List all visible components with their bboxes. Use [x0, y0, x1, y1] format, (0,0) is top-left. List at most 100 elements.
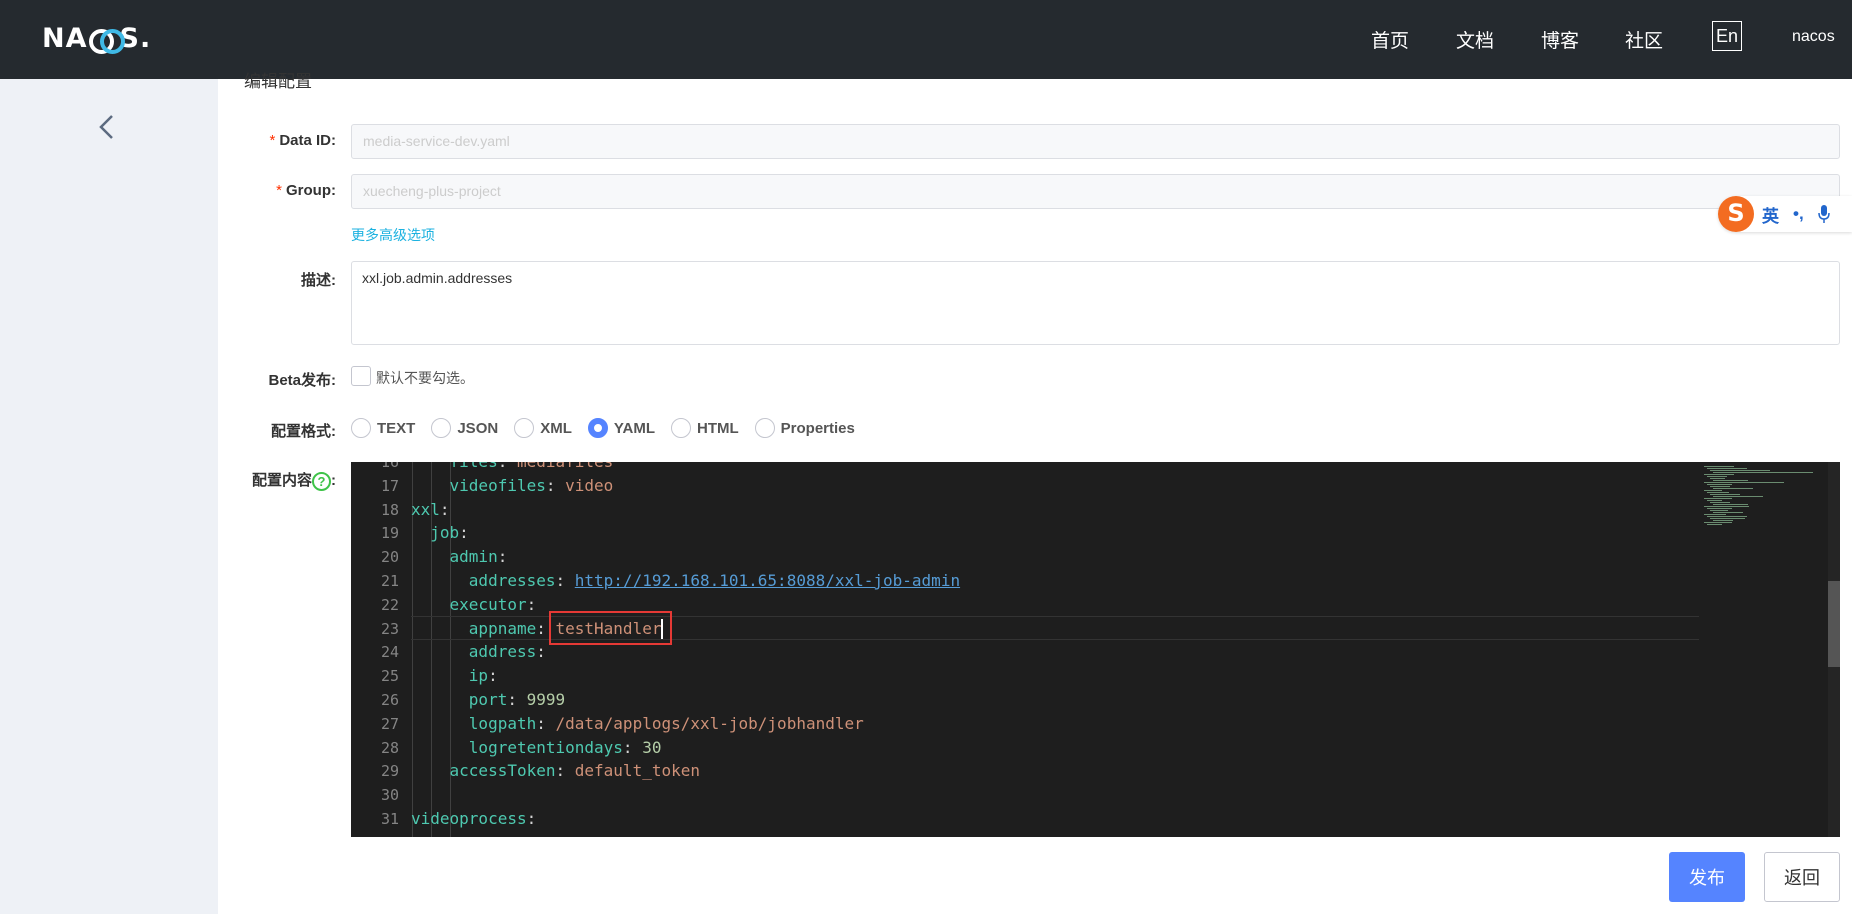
help-icon[interactable]: ?: [312, 471, 331, 491]
code-editor[interactable]: 16 files: mediafiles17 videofiles: video…: [351, 462, 1840, 837]
beta-checkbox[interactable]: [351, 366, 371, 386]
radio-circle[interactable]: [514, 418, 535, 438]
code-token: accessToken: [449, 761, 556, 781]
required-mark: *: [269, 132, 276, 149]
code-line[interactable]: 25 ip:: [351, 664, 1698, 688]
format-radio-text[interactable]: TEXT: [351, 418, 415, 438]
code-token: /data/applogs/xxl-job/jobhandler: [555, 713, 864, 733]
code-token: default_token: [574, 761, 700, 781]
nav-home[interactable]: 首页: [1371, 26, 1409, 53]
radio-circle[interactable]: [754, 418, 775, 438]
line-number: 30: [380, 786, 399, 805]
code-line[interactable]: 29 accessToken: default_token: [351, 759, 1698, 783]
code-token: addresses: [468, 571, 556, 590]
data-id-input[interactable]: media-service-dev.yaml: [351, 124, 1840, 159]
editor-scrollbar-thumb[interactable]: [1828, 581, 1840, 667]
radio-circle[interactable]: [671, 418, 691, 438]
nav-docs[interactable]: 文档: [1456, 26, 1494, 53]
code-token: logpath: [468, 713, 537, 733]
group-input[interactable]: xuecheng-plus-project: [351, 174, 1840, 209]
code-line[interactable]: 17 videofiles: video: [351, 474, 1698, 498]
code-token: files: [450, 462, 498, 471]
code-token: :: [622, 737, 643, 757]
code-line[interactable]: 21 addresses: http://192.168.101.65:8088…: [351, 569, 1698, 593]
code-token[interactable]: http://192.168.101.65:8088/xxl-job-admin: [575, 571, 960, 590]
logo-text-left: NA: [42, 22, 88, 54]
description-textarea[interactable]: xxl.job.admin.addresses: [351, 261, 1840, 345]
radio-label: JSON: [457, 419, 499, 437]
language-switch[interactable]: En: [1712, 21, 1742, 51]
radio-circle[interactable]: [431, 418, 452, 438]
code-line[interactable]: 31 videoprocess:: [351, 807, 1698, 831]
nav-blog[interactable]: 博客: [1541, 26, 1579, 53]
radio-circle[interactable]: [587, 418, 608, 438]
format-label: 配置格式:: [271, 423, 336, 440]
minimap-line: [1713, 496, 1763, 497]
code-line[interactable]: 16 files: mediafiles: [351, 462, 1698, 474]
format-radio-json[interactable]: JSON: [431, 418, 498, 438]
ime-mode-toggle[interactable]: 英: [1762, 202, 1779, 227]
line-number: 26: [380, 691, 399, 709]
code-token: :: [526, 594, 537, 614]
nacos-logo[interactable]: NA S.: [42, 20, 151, 56]
minimap-line: [1704, 506, 1749, 507]
radio-label: HTML: [697, 419, 739, 437]
code-token: :: [459, 523, 469, 543]
code-token: job: [430, 523, 460, 543]
line-number: 29: [380, 762, 399, 781]
sogou-logo-icon[interactable]: S: [1718, 196, 1754, 232]
minimap-line: [1704, 474, 1734, 475]
code-text: files: mediafiles: [411, 462, 614, 474]
code-token: 9999: [526, 690, 566, 709]
code-line[interactable]: 27 logpath: /data/applogs/xxl-job/jobhan…: [351, 712, 1698, 736]
radio-circle[interactable]: [351, 418, 371, 438]
user-name[interactable]: nacos: [1792, 28, 1835, 46]
minimap-line: [1713, 512, 1743, 513]
nav-community[interactable]: 社区: [1625, 26, 1663, 53]
advanced-options-link[interactable]: 更多高级选项: [351, 225, 435, 245]
format-radio-xml[interactable]: XML: [514, 418, 572, 438]
ime-punctuation-toggle[interactable]: •,: [1793, 204, 1804, 224]
code-line[interactable]: 20 admin:: [351, 545, 1698, 569]
code-line[interactable]: 30: [351, 783, 1698, 807]
minimap-line: [1707, 524, 1722, 525]
format-radio-html[interactable]: HTML: [671, 418, 739, 438]
minimap-line: [1713, 520, 1733, 521]
minimap-line: [1713, 504, 1748, 505]
back-button[interactable]: 返回: [1764, 852, 1840, 902]
minimap-line: [1707, 468, 1747, 469]
code-token: :: [507, 690, 527, 709]
format-radio-properties[interactable]: Properties: [754, 418, 855, 438]
code-line[interactable]: 28 logretentiondays: 30: [351, 736, 1698, 760]
editor-minimap[interactable]: [1698, 462, 1828, 837]
minimap-line: [1704, 514, 1726, 515]
minimap-line: [1710, 494, 1740, 495]
minimap-line: [1710, 502, 1730, 503]
radio-label: YAML: [613, 419, 655, 437]
line-number: 16: [380, 462, 399, 471]
minimap-line: [1710, 470, 1770, 471]
sidebar: [0, 79, 218, 914]
format-radio-yaml[interactable]: YAML: [587, 418, 655, 438]
ime-toolbar[interactable]: S 英 •,: [1718, 196, 1852, 232]
minimap-line: [1713, 472, 1813, 473]
code-token: :: [545, 475, 566, 495]
minimap-line: [1710, 478, 1725, 479]
microphone-icon[interactable]: [1817, 205, 1830, 223]
code-text: port: 9999: [411, 688, 565, 712]
beta-hint: 默认不要勾选。: [376, 370, 474, 386]
code-text: admin:: [411, 545, 508, 569]
code-line[interactable]: 26 port: 9999: [351, 688, 1698, 712]
code-token: address: [468, 642, 537, 662]
publish-button[interactable]: 发布: [1669, 852, 1745, 902]
back-arrow-icon[interactable]: [96, 113, 118, 141]
code-line[interactable]: 19 job:: [351, 521, 1698, 545]
code-token: port: [468, 690, 508, 709]
code-line[interactable]: 18 xxl:: [351, 498, 1698, 522]
